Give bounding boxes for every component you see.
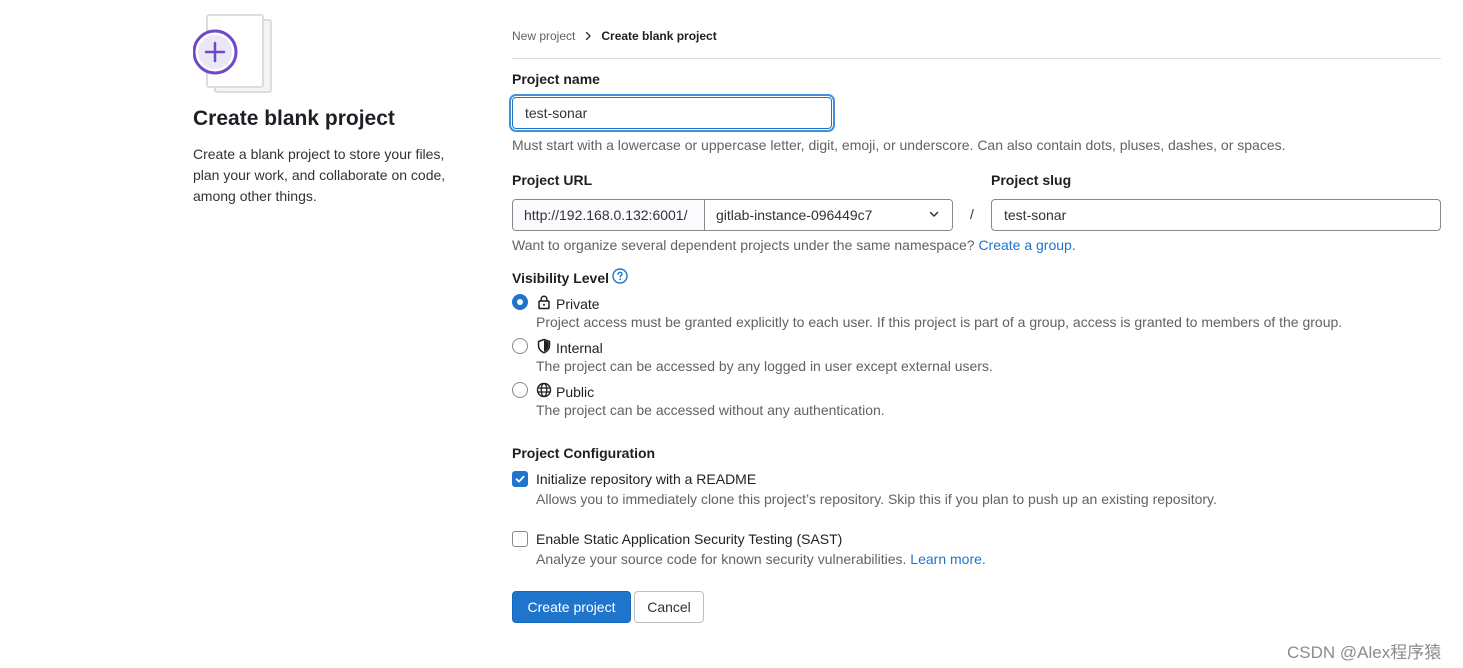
lock-icon (536, 294, 552, 313)
sast-description: Analyze your source code for known secur… (536, 551, 907, 567)
visibility-level-heading: Visibility Level (512, 268, 628, 287)
visibility-public-description: The project can be accessed without any … (536, 402, 885, 418)
check-icon (515, 475, 525, 483)
visibility-public-label[interactable]: Public (536, 382, 594, 401)
visibility-public-name: Public (556, 383, 595, 400)
visibility-internal-label[interactable]: Internal (536, 338, 603, 357)
project-slug-label: Project slug (991, 172, 1072, 188)
visibility-internal-description: The project can be accessed by any logge… (536, 358, 993, 374)
earth-icon (536, 382, 552, 401)
project-slug-input[interactable] (991, 199, 1441, 231)
readme-checkbox[interactable] (512, 471, 528, 487)
intro-description: Create a blank project to store your fil… (193, 146, 446, 204)
learn-more-link[interactable]: Learn more. (910, 551, 985, 567)
project-configuration-label: Project Configuration (512, 445, 656, 461)
visibility-private-radio[interactable] (512, 294, 528, 310)
page-title: Create blank project (193, 107, 395, 130)
url-prefix: http://192.168.0.132:6001/ (513, 200, 705, 230)
project-url-group: http://192.168.0.132:6001/ gitlab-instan… (512, 199, 953, 231)
create-project-button[interactable]: Create project (512, 591, 631, 623)
breadcrumb: New project Create blank project (512, 28, 717, 44)
divider (512, 58, 1441, 59)
sast-label[interactable]: Enable Static Application Security Testi… (536, 531, 842, 547)
create-group-link[interactable]: Create a group. (978, 237, 1075, 253)
breadcrumb-new-project[interactable]: New project (512, 29, 575, 43)
blank-project-illustration (192, 12, 275, 94)
sast-checkbox[interactable] (512, 531, 528, 547)
project-name-help: Must start with a lowercase or uppercase… (512, 137, 1286, 153)
visibility-internal-radio[interactable] (512, 338, 528, 354)
visibility-internal-name: Internal (556, 339, 603, 356)
watermark: CSDN @Alex程序猿 (1287, 643, 1442, 662)
chevron-right-icon (583, 31, 593, 41)
visibility-private-description: Project access must be granted explicitl… (536, 314, 1343, 330)
readme-description: Allows you to immediately clone this pro… (536, 491, 1217, 507)
namespace-select[interactable]: gitlab-instance-096449c7 (705, 200, 952, 230)
visibility-private-label[interactable]: Private (536, 294, 600, 313)
chevron-down-icon (928, 207, 940, 223)
cancel-button[interactable]: Cancel (634, 591, 704, 623)
visibility-private-name: Private (556, 295, 600, 312)
question-icon[interactable] (612, 268, 628, 287)
url-separator: / (970, 206, 974, 222)
project-url-label: Project URL (512, 172, 593, 188)
sast-description-row: Analyze your source code for known secur… (536, 551, 986, 567)
breadcrumb-current: Create blank project (601, 29, 717, 43)
visibility-level-label: Visibility Level (512, 269, 610, 286)
project-name-label: Project name (512, 71, 600, 87)
shield-icon (536, 338, 552, 357)
visibility-public-radio[interactable] (512, 382, 528, 398)
namespace-value: gitlab-instance-096449c7 (716, 207, 873, 223)
namespace-help-text: Want to organize several dependent proje… (512, 237, 975, 253)
namespace-help: Want to organize several dependent proje… (512, 237, 1076, 253)
readme-label[interactable]: Initialize repository with a README (536, 471, 756, 487)
project-name-input[interactable] (512, 97, 832, 129)
